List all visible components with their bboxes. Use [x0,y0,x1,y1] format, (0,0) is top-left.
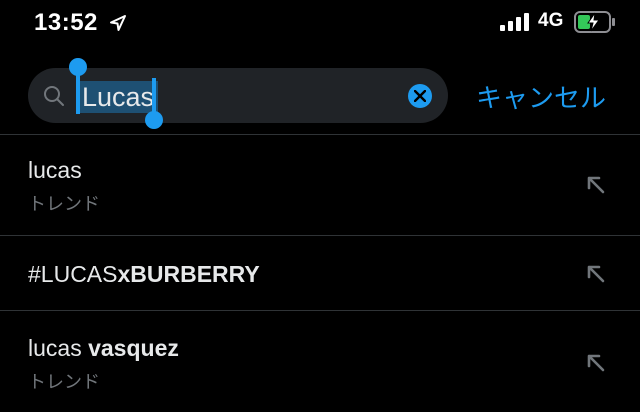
status-time: 13:52 [34,9,98,36]
arrow-up-left-icon[interactable] [584,351,608,375]
search-icon [44,86,64,106]
arrow-up-left-icon[interactable] [584,173,608,197]
cellular-signal-icon [500,13,529,31]
cancel-button[interactable]: キャンセル [476,78,606,115]
selection-start-handle[interactable] [66,52,90,116]
suggestion-title: lucas vasquez [28,335,179,361]
arrow-up-left-icon[interactable] [584,262,608,286]
suggestion-title: lucas [28,157,82,183]
battery-charging-icon [574,11,615,33]
suggestion-item[interactable]: lucas トレンド [0,135,640,235]
network-type: 4G [538,10,564,31]
close-icon [414,90,426,102]
suggestion-subtitle: トレンド [28,194,100,214]
suggestion-item[interactable]: #LUCASxBURBERRY [0,236,640,310]
status-bar: 13:52 4G [0,0,640,48]
location-arrow-icon [110,15,126,31]
search-field[interactable]: Lucas [28,68,448,123]
clear-search-button[interactable] [408,84,432,108]
suggestion-item[interactable]: lucas vasquez トレンド [0,311,640,412]
selection-end-handle[interactable] [143,78,167,132]
suggestion-title: #LUCASxBURBERRY [28,261,260,287]
suggestion-subtitle: トレンド [28,372,100,392]
